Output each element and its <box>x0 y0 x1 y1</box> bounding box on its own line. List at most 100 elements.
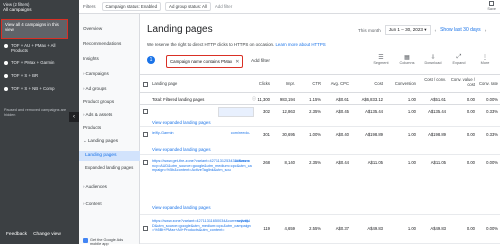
column-header[interactable]: Cost <box>353 81 383 87</box>
campaign-name: TOF + S + BR <box>11 73 39 78</box>
page-title: Landing pages <box>147 24 213 35</box>
total-conv: 1.00 <box>407 97 416 102</box>
ad-group-status-filter-chip[interactable]: Ad group status: All <box>165 2 211 11</box>
campaign-item[interactable]: TOF + AU + PMax + All Products <box>4 43 63 53</box>
landing-page-url-tail[interactable]: activezo- <box>220 159 250 163</box>
columns-button[interactable]: ▦ Columns <box>397 54 417 65</box>
column-header[interactable]: Conv. rate <box>476 81 498 87</box>
cell-cost: A$49.83 <box>367 226 383 231</box>
segment-button[interactable]: ☰ Segment <box>371 54 391 65</box>
show-last-30-days-link[interactable]: Show last 30 days <box>440 27 481 33</box>
row-checkbox[interactable] <box>143 132 148 137</box>
date-range-picker[interactable]: This month Jun 1 – 30, 2023 ▾ ‹ Show las… <box>358 25 486 35</box>
view-expanded-link[interactable]: View expanded landing pages <box>152 205 211 210</box>
add-filter-link[interactable]: Add filter <box>215 4 232 9</box>
nav-insights[interactable]: Insights <box>83 56 99 61</box>
enabled-status-icon <box>4 73 8 78</box>
cell-cost: A$135.44 <box>365 109 383 114</box>
change-view-button[interactable]: Change view <box>33 232 61 237</box>
column-header[interactable]: Impr. <box>275 81 295 87</box>
nav-landing-pages-group-header[interactable]: Landing pages <box>83 138 118 144</box>
row-checkbox[interactable] <box>143 226 148 231</box>
column-header[interactable]: Conversion <box>388 81 416 87</box>
cell-rate: 0.33% <box>486 132 498 137</box>
total-impr: 983,194 <box>279 97 295 102</box>
prev-period-icon[interactable]: ‹ <box>435 28 437 33</box>
cell-conv: 1.00 <box>407 160 416 165</box>
save-button[interactable]: Save <box>487 1 496 11</box>
campaign-item[interactable]: TOF + PMax + Garmin <box>4 60 54 65</box>
select-all-checkbox[interactable] <box>143 82 148 87</box>
campaign-item[interactable]: TOF + S + NB + Comp <box>4 86 55 91</box>
collapse-panel-icon[interactable]: ‹ <box>69 112 79 122</box>
nav-landing-pages-active[interactable]: Landing pages <box>79 151 140 161</box>
cell-conv: 1.00 <box>407 132 416 137</box>
column-header[interactable]: Landing page <box>152 81 177 87</box>
removed-campaigns-note: Paused and removed campaigns are hidden <box>4 108 67 117</box>
view-expanded-link[interactable]: View expanded landing pages <box>152 147 211 152</box>
cell-value-cost: 0.00 <box>466 226 475 231</box>
filter-icon[interactable]: 1 <box>147 56 155 64</box>
date-range-value[interactable]: Jun 1 – 30, 2023 ▾ <box>384 25 431 35</box>
more-button[interactable]: ⋮ More <box>475 54 495 65</box>
download-icon: ⇩ <box>430 55 436 61</box>
cell-ctr: 1.00% <box>309 132 321 137</box>
campaign-item[interactable]: TOF + S + BR <box>4 73 38 78</box>
campaign-name: TOF + PMax + Garmin <box>11 60 55 65</box>
learn-more-https-link[interactable]: Learn more about HTTPS <box>275 42 325 47</box>
remove-filter-icon[interactable]: ✕ <box>235 59 239 65</box>
column-header[interactable]: Clicks <box>252 81 270 87</box>
total-cost-conv: A$51.61 <box>430 97 446 102</box>
get-app-link[interactable]: Get the Google Ads mobile app <box>83 238 130 247</box>
row-checkbox[interactable] <box>143 109 148 114</box>
expand-icon: ⤢ <box>456 54 462 60</box>
nav-ads-assets[interactable]: Ads & assets <box>83 112 113 117</box>
table-row: https://www.get-the-zone?variant=4271131… <box>140 156 500 215</box>
feedback-button[interactable]: Feedback <box>6 232 27 237</box>
landing-page-thumbnail[interactable] <box>218 107 254 117</box>
all-campaigns-item[interactable]: View all 4 campaigns in this view <box>1 19 68 39</box>
cell-cost-conv: A$135.44 <box>428 109 446 114</box>
nav-product-groups[interactable]: Product groups <box>83 99 114 104</box>
nav-products[interactable]: Products <box>83 125 101 130</box>
nav-ad-groups[interactable]: Ad groups <box>83 86 107 91</box>
https-notice: We reserve the right to direct HTTP clic… <box>147 42 326 47</box>
expand-button[interactable]: ⤢ Expand <box>449 54 469 65</box>
nav-campaigns[interactable]: Campaigns <box>83 71 109 76</box>
nav-recommendations[interactable]: Recommendations <box>83 41 121 46</box>
cell-cpc: A$0.45 <box>335 109 349 114</box>
cell-impr: 30,695 <box>282 132 295 137</box>
cell-cost-conv: A$49.83 <box>430 226 446 231</box>
cell-clicks: 301 <box>263 132 270 137</box>
add-filter-button[interactable]: Add filter <box>251 59 270 64</box>
nav-audiences[interactable]: Audiences <box>83 184 107 189</box>
main-content: Landing pages This month Jun 1 – 30, 202… <box>140 14 500 244</box>
cell-rate: 0.00% <box>486 226 498 231</box>
nav-expanded-landing-pages[interactable]: Expanded landing pages <box>85 165 135 170</box>
column-header[interactable]: CTR <box>303 81 321 87</box>
get-app-label: Get the Google Ads mobile app <box>90 238 124 247</box>
next-period-icon[interactable]: › <box>485 28 487 33</box>
view-panel: View (2 filters) All campaigns View all … <box>0 0 79 244</box>
save-icon <box>489 1 495 6</box>
view-expanded-link[interactable]: View expanded landing pages <box>152 120 211 125</box>
page-menu: Overview Recommendations Insights Campai… <box>79 14 140 247</box>
campaign-status-filter-chip[interactable]: Campaign status: Enabled <box>101 2 162 11</box>
column-header[interactable]: Avg. CPC <box>325 81 349 87</box>
download-button[interactable]: ⇩ Download <box>423 54 443 65</box>
cell-cost: A$198.89 <box>365 132 383 137</box>
column-header[interactable]: Cost / conv. <box>422 77 446 83</box>
campaign-name: TOF + AU + PMax + All Products <box>11 43 56 53</box>
view-selector[interactable]: View (2 filters) All campaigns <box>3 2 32 12</box>
landing-page-url-tail[interactable]: com/reedo- <box>220 131 250 135</box>
table-tools: ☰ Segment ▦ Columns ⇩ Download ⤢ Expand ⋮ Mor… <box>371 54 495 65</box>
filters-label: Filters <box>83 4 96 9</box>
active-filter-chip[interactable]: Campaign name contains PMax ✕ <box>166 55 244 68</box>
nav-content[interactable]: Content <box>83 201 102 206</box>
landing-page-url[interactable]: ie/fly-Garmin <box>152 131 180 136</box>
campaign-name: TOF + S + NB + Comp <box>11 86 55 91</box>
row-checkbox[interactable] <box>143 160 148 165</box>
nav-overview[interactable]: Overview <box>83 26 102 31</box>
column-header[interactable]: Conv. value / cost <box>449 77 475 88</box>
landing-page-url-tail[interactable]: activep- <box>220 219 250 223</box>
